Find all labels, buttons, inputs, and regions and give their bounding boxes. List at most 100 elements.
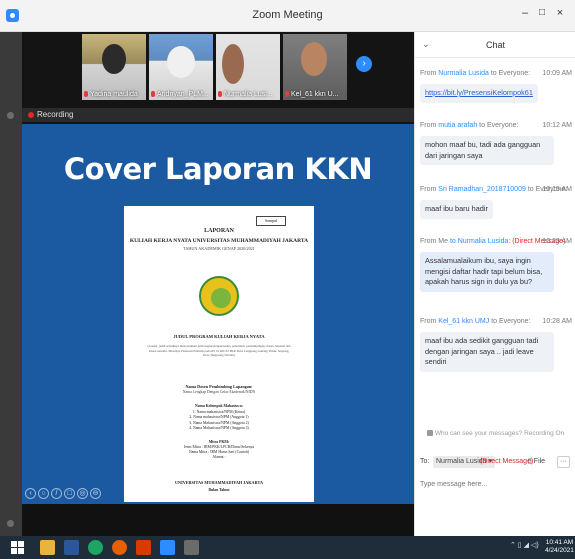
- message-sender: Sri Ramadhan_2018710009: [438, 186, 526, 193]
- message-recipient: to Everyone:: [490, 70, 531, 77]
- message-from: From: [420, 70, 437, 77]
- message-from: From: [420, 186, 437, 193]
- chat-title: Chat: [485, 40, 505, 50]
- doc-stamp: Sampul: [256, 216, 286, 226]
- cover-document: Sampul LAPORAN KULIAH KERJA NYATA UNIVER…: [124, 206, 314, 502]
- participant-name: Yadina maulida: [90, 91, 138, 98]
- edge-indicator-icon: [7, 112, 14, 119]
- chat-message: From Me to Nurmalia Lusida: (Direct Mess…: [420, 238, 572, 292]
- participant-tile[interactable]: Kel_61 kkn U...: [283, 34, 347, 100]
- doc-partner-block: Mitra PKM: Jenis Mitra : IRM/PKK/LPCR/Di…: [124, 440, 314, 460]
- app-icon[interactable]: [184, 540, 199, 555]
- message-recipient: to Everyone:: [479, 122, 519, 129]
- chrome-icon[interactable]: [88, 540, 103, 555]
- message-time: 10:28 AM: [542, 318, 572, 325]
- edge-indicator-icon: [7, 520, 14, 527]
- annotate-erase-icon[interactable]: ⊖: [90, 488, 101, 499]
- to-label: To:: [420, 458, 430, 465]
- message-text: maaf ibu ada sedikit gangguan tadi denga…: [420, 332, 554, 372]
- zoom-window: Zoom Meeting – □ × Yadina maulida Andriy…: [0, 0, 575, 559]
- message-from: From: [420, 318, 437, 325]
- participant-tile[interactable]: Andriyan_PLM...: [149, 34, 213, 100]
- participant-name: Kel_61 kkn U...: [291, 91, 339, 98]
- message-from: From: [420, 122, 437, 129]
- participant-video: [301, 42, 327, 76]
- muted-mic-icon: [151, 91, 155, 97]
- maximize-button[interactable]: □: [535, 7, 549, 18]
- message-text: maaf ibu baru hadir: [420, 200, 493, 219]
- doc-title: LAPORAN: [204, 228, 234, 234]
- doc-program-title: JUDUL PROGRAM KULIAH KERJA NYATA: [173, 334, 265, 339]
- privacy-note-text: Who can see your messages? Recording On: [434, 430, 565, 437]
- muted-mic-icon: [84, 91, 88, 97]
- word-icon[interactable]: [64, 540, 79, 555]
- minimize-button[interactable]: –: [518, 7, 532, 19]
- chat-panel: ⌄ Chat From Nurmalia Lusida to Everyone:…: [414, 32, 575, 536]
- annotate-rect-icon[interactable]: □: [64, 488, 75, 499]
- message-meta: From Nurmalia Lusida to Everyone: 10:09 …: [420, 70, 572, 80]
- close-button[interactable]: ×: [553, 7, 567, 19]
- message-text: mohon maaf bu, tadi ada gangguan dari ja…: [420, 136, 554, 165]
- annotate-draw-icon[interactable]: /: [51, 488, 62, 499]
- chat-message: From Kel_61 kkn UMJ to Everyone: 10:28 A…: [420, 318, 572, 372]
- message-time: 10:15 AM: [542, 186, 572, 193]
- app-icon[interactable]: [136, 540, 151, 555]
- doc-members-block: Nama Kelompok Mahasiswa: 1. Nama mahasis…: [124, 404, 314, 432]
- participant-video: [222, 44, 244, 84]
- participant-tile[interactable]: Yadina maulida: [82, 34, 146, 100]
- next-participants-button[interactable]: ›: [356, 56, 372, 72]
- doc-year: TAHUN AKADEMIK GENAP 2020/2021: [183, 246, 255, 251]
- chat-message: From mutia arafah to Everyone: 10:12 AM …: [420, 122, 572, 165]
- message-recipient: to Everyone:: [491, 318, 531, 325]
- privacy-note[interactable]: Who can see your messages? Recording On: [415, 430, 575, 437]
- message-sender: Nurmalia Lusida: [438, 70, 489, 77]
- recording-label: Recording: [37, 110, 74, 119]
- windows-start-button[interactable]: [10, 540, 25, 555]
- participant-video: [167, 46, 195, 78]
- message-meta: From Sri Ramadhan_2018710009 to Everyone…: [420, 186, 572, 196]
- clock-time: 10:41 AM: [545, 539, 574, 546]
- muted-mic-icon: [285, 91, 289, 97]
- annotate-back-icon[interactable]: ‹: [25, 488, 36, 499]
- doc-advisor-value: Nama Lengkap Dengan Gelar Akademik/NIDN: [182, 390, 256, 394]
- doc-program-desc: (Lokasi, judul sebaiknya menyebutkan jen…: [147, 344, 291, 357]
- recipient-row: To: Nurmalia Lusida ▾ (Direct Message) ▯…: [420, 456, 572, 470]
- share-heading: Cover Laporan KKN: [63, 152, 373, 186]
- university-logo-icon: [199, 276, 239, 316]
- annotate-spotlight-icon[interactable]: ◎: [77, 488, 88, 499]
- message-meta: From Me to Nurmalia Lusida: (Direct Mess…: [420, 238, 572, 248]
- participant-name: Nurmalia Lusi...: [224, 91, 273, 98]
- doc-member: 4. Nama Mahasiswa/NPM (Anggota 3): [189, 426, 249, 430]
- zoom-taskbar-icon[interactable]: [160, 540, 175, 555]
- doc-month-year: Bulan Tahun: [208, 488, 230, 492]
- message-time: 10:23 AM: [542, 238, 572, 245]
- doc-university: UNIVERSITAS MUHAMMADIYAH JAKARTA: [175, 480, 263, 485]
- message-time: 10:12 AM: [542, 122, 572, 129]
- message-link[interactable]: https://bit.ly/PresensiKelompok61: [420, 84, 538, 103]
- firefox-icon[interactable]: [112, 540, 127, 555]
- clock-date: 4/24/2021: [545, 547, 574, 554]
- taskbar-clock: 10:41 AM 4/24/2021: [545, 539, 574, 555]
- recording-dot-icon: [28, 112, 34, 118]
- doc-partner-line: Alamat :: [212, 455, 226, 459]
- title-bar: Zoom Meeting – □ ×: [0, 0, 575, 32]
- message-time: 10:09 AM: [542, 70, 572, 77]
- file-button[interactable]: ▯ File: [528, 457, 545, 465]
- message-text: Assalamualaikum ibu, saya ingin mengisi …: [420, 252, 554, 292]
- chat-message: From Nurmalia Lusida to Everyone: 10:09 …: [420, 70, 572, 103]
- window-title: Zoom Meeting: [252, 9, 323, 21]
- left-edge-strip: [0, 32, 22, 536]
- lock-icon: [426, 430, 433, 437]
- system-tray[interactable]: ⌃ ▯ ◢ ◁): [510, 541, 539, 549]
- doc-advisor-label: Nama Dosen Pembimbing Lapangan:: [185, 384, 253, 389]
- annotate-shape-icon[interactable]: ○: [38, 488, 49, 499]
- participant-video: [102, 44, 126, 74]
- participant-tile[interactable]: Nurmalia Lusi...: [216, 34, 280, 100]
- message-from: From Me: [420, 238, 448, 245]
- windows-taskbar: ⌃ ▯ ◢ ◁) 10:41 AM 4/24/2021: [0, 536, 575, 559]
- chat-input[interactable]: [420, 476, 572, 492]
- file-explorer-icon[interactable]: [40, 540, 55, 555]
- message-sender: mutia arafah: [438, 122, 478, 129]
- more-options-button[interactable]: ···: [557, 456, 570, 468]
- doc-subtitle: KULIAH KERJA NYATA UNIVERSITAS MUHAMMADI…: [129, 238, 309, 244]
